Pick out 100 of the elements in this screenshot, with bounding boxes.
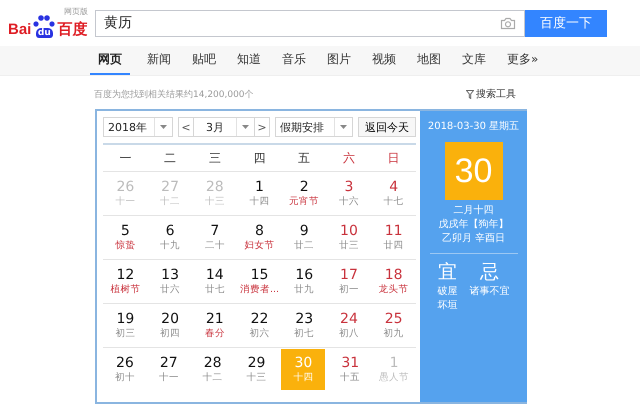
day-cell[interactable]: 9 廿二 (282, 217, 327, 258)
camera-icon[interactable] (500, 16, 516, 30)
day-cell[interactable]: 26 初十 (103, 349, 147, 390)
day-number: 30 (294, 354, 312, 370)
weekday-label: 三 (208, 150, 222, 166)
day-number: 28 (206, 178, 224, 194)
day-cell[interactable]: 11 廿四 (371, 217, 416, 258)
nav-tab[interactable]: 图片 (323, 46, 355, 75)
nav-tab[interactable]: 音乐 (278, 46, 310, 75)
weekday-label: 日 (386, 150, 401, 166)
lunar-date: 初八 (338, 326, 359, 340)
select-value: 2018年 (107, 120, 148, 134)
day-number: 28 (204, 354, 222, 370)
day-cell[interactable]: 14 廿七 (192, 261, 238, 302)
year-select[interactable]: 2018年 (103, 117, 173, 137)
day-number: 6 (166, 222, 175, 238)
day-number: 26 (116, 354, 134, 370)
day-number: 4 (389, 178, 398, 194)
nav-tab[interactable]: 视频 (368, 46, 400, 75)
day-number: 1 (255, 178, 264, 194)
prev-month-button[interactable]: < (178, 117, 194, 137)
day-cell[interactable]: 29 十三 (234, 349, 278, 390)
search-input[interactable]: 黄历 (104, 15, 500, 31)
day-cell[interactable]: 31 十五 (328, 349, 372, 390)
day-number: 27 (161, 178, 179, 194)
next-month-button[interactable]: > (254, 117, 270, 137)
day-cell[interactable]: 2 元宵节 (282, 173, 327, 214)
nav-tab[interactable]: 知道 (233, 46, 265, 75)
lunar-date: 元宵节 (289, 194, 320, 208)
search-tools-link[interactable]: 搜索工具 (476, 87, 516, 101)
day-cell[interactable]: 8 妇女节 (237, 217, 282, 258)
day-cell[interactable]: 15 消费者... (237, 261, 282, 302)
nav-tab[interactable]: 更多» (503, 46, 542, 75)
almanac-item: 破屋 (438, 285, 458, 299)
day-number: 21 (206, 310, 224, 326)
lunar-date: 十三 (204, 194, 225, 208)
lunar-date: 初九 (384, 326, 404, 340)
day-number: 15 (250, 266, 268, 282)
day-cell[interactable]: 25 初九 (371, 305, 416, 346)
day-cell[interactable]: 10 廿三 (326, 217, 372, 258)
day-cell[interactable]: 21 春分 (192, 305, 238, 346)
caret-icon (160, 125, 167, 129)
select-value: 3月 (205, 120, 225, 134)
day-cell[interactable]: 28 十二 (190, 349, 235, 390)
month-select[interactable]: 3月 (194, 117, 254, 137)
logo-subtitle: 网页版 (64, 6, 88, 17)
nav-tab[interactable]: 文库 (458, 46, 490, 75)
nav-tab[interactable]: 贴吧 (188, 46, 220, 75)
day-cell[interactable]: 12 植树节 (103, 261, 148, 302)
day-cell[interactable]: 19 初三 (103, 305, 148, 346)
lunar-date: 春分 (204, 326, 225, 340)
result-count: 百度为您找到相关结果约14,200,000个 (94, 88, 254, 100)
lunar-date: 初四 (160, 326, 180, 340)
day-cell[interactable]: 20 初四 (148, 305, 192, 346)
day-cell[interactable]: 5 惊蛰 (103, 217, 148, 258)
search-field[interactable]: 黄历 (95, 10, 525, 36)
logo-text: du (36, 28, 53, 38)
lunar-date: 妇女节 (244, 238, 275, 252)
day-cell[interactable]: 17 初一 (326, 261, 372, 302)
day-cell[interactable]: 13 廿六 (148, 261, 192, 302)
nav-tab[interactable]: 地图 (413, 46, 445, 75)
day-cell[interactable]: 4 十七 (371, 173, 416, 214)
lunar-date: 廿六 (160, 282, 180, 296)
weekday-label: 二 (163, 150, 178, 166)
lunar-date: 龙头节 (378, 282, 409, 296)
day-cell[interactable]: 6 十九 (148, 217, 192, 258)
lunar-date: 十二 (160, 194, 180, 208)
day-number: 27 (160, 354, 178, 370)
day-cell[interactable]: 1 十四 (237, 173, 282, 214)
day-cell[interactable]: 27 十一 (146, 349, 191, 390)
nav-tab[interactable]: 新闻 (143, 46, 175, 75)
day-cell[interactable]: 22 初六 (237, 305, 282, 346)
lunar-date: 十七 (384, 194, 404, 208)
today-button[interactable]: 返回今天 (358, 117, 416, 137)
lunar-date: 廿七 (204, 282, 225, 296)
selected-date: 2018-03-30 星期五 (428, 120, 520, 133)
lunar-date: 廿三 (338, 238, 359, 252)
day-number: 13 (161, 266, 179, 282)
holiday-select[interactable]: 假期安排 (275, 117, 353, 137)
day-number: 7 (210, 222, 220, 238)
big-day-number: 30 (444, 142, 502, 200)
day-cell[interactable]: 16 廿九 (282, 261, 327, 302)
day-number: 10 (340, 222, 358, 238)
day-cell[interactable]: 18 龙头节 (371, 261, 416, 302)
almanac-item: 坏垣 (438, 299, 458, 313)
day-number: 17 (340, 266, 358, 282)
nav-tab[interactable]: 网页 (90, 46, 130, 75)
day-cell[interactable]: 24 初八 (326, 305, 372, 346)
lunar-date: 初一 (338, 282, 359, 296)
search-button[interactable]: 百度一下 (525, 10, 607, 36)
day-number: 5 (120, 222, 130, 238)
day-number: 22 (250, 310, 268, 326)
lunar-date: 初七 (294, 326, 314, 340)
day-number: 29 (248, 354, 266, 370)
lunar-info: 乙卯月 辛酉日 (442, 232, 506, 246)
day-cell[interactable]: 3 十六 (326, 173, 372, 214)
logo-text: 百度 (57, 21, 88, 38)
day-cell[interactable]: 23 初七 (282, 305, 327, 346)
lunar-date: 十九 (160, 238, 180, 252)
day-cell[interactable]: 7 二十 (192, 217, 238, 258)
